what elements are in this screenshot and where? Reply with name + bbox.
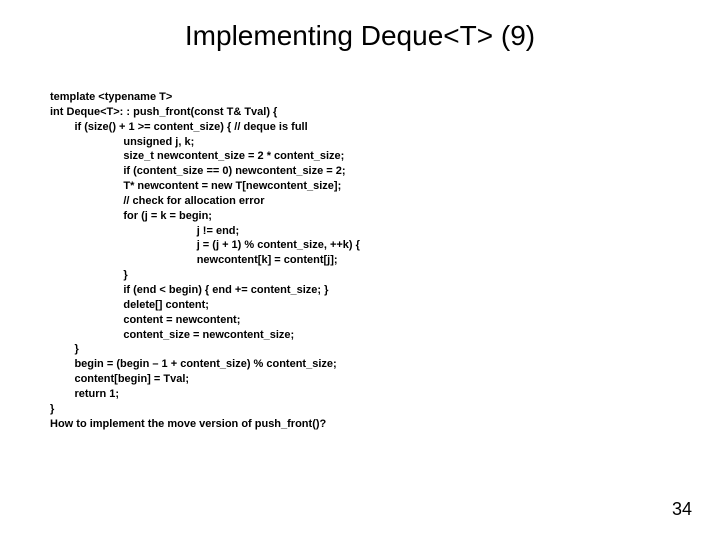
code-block: template <typename T> int Deque<T>: : pu… [50, 90, 680, 431]
slide-title: Implementing Deque<T> (9) [0, 20, 720, 52]
page-number: 34 [672, 499, 692, 520]
slide: Implementing Deque<T> (9) template <type… [0, 0, 720, 540]
